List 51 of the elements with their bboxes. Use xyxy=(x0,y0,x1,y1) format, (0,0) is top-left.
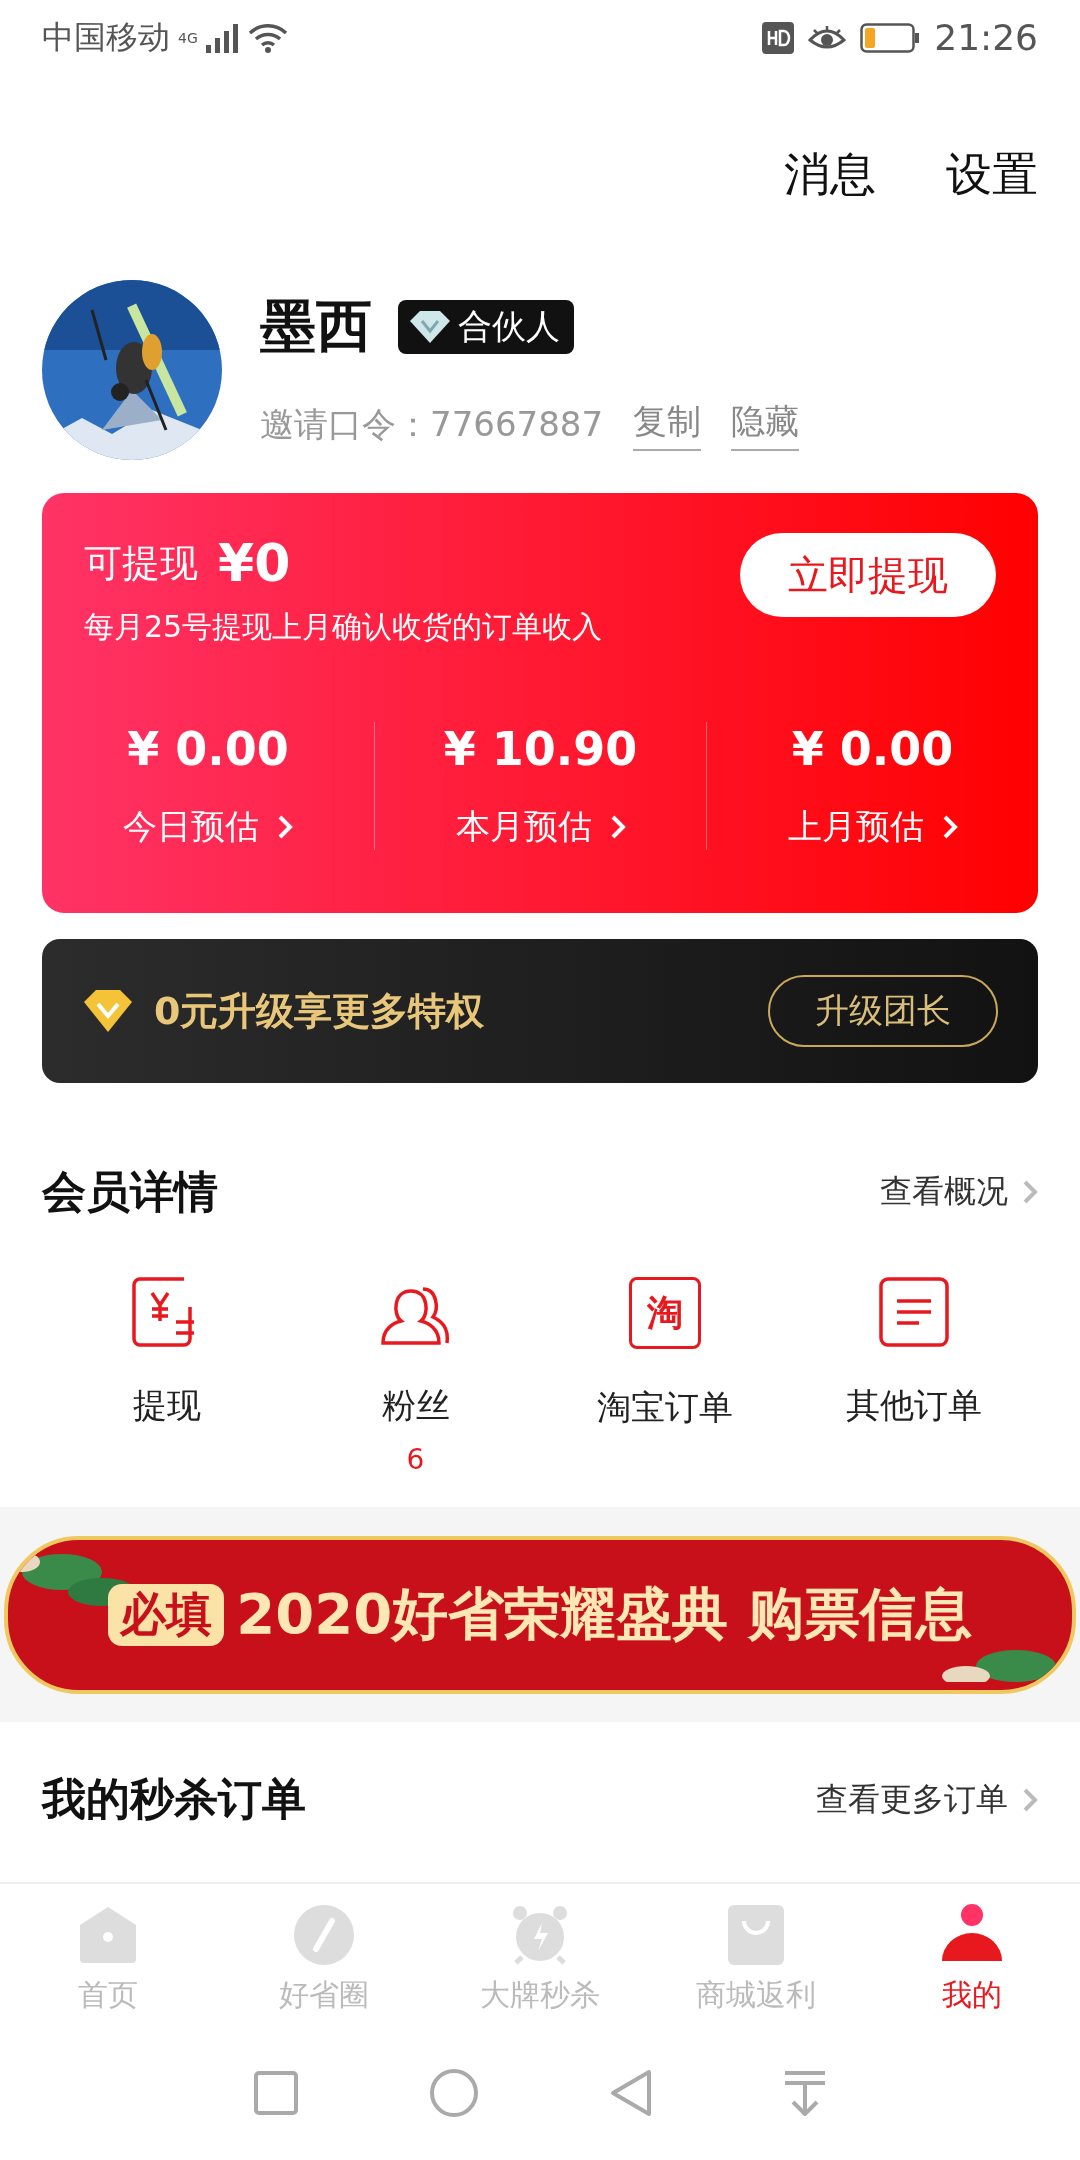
withdraw-button[interactable]: 立即提现 xyxy=(740,533,996,617)
chevron-icon xyxy=(277,814,293,840)
member-item[interactable]: 淘 淘宝订单 xyxy=(540,1267,789,1431)
withdraw-note: 每月25号提现上月确认收货的订单收入 xyxy=(84,608,603,646)
estimate-link[interactable]: 本月预估 xyxy=(455,804,626,850)
tab-item[interactable]: 我的 xyxy=(864,1884,1080,2034)
text-link[interactable]: 隐藏 xyxy=(731,399,800,451)
chevron-icon xyxy=(1022,1786,1038,1813)
overview-link[interactable]: 查看概况 xyxy=(880,1170,1038,1214)
home-button-icon[interactable] xyxy=(429,2068,479,2118)
user-name: 墨西 xyxy=(260,292,372,360)
text-link[interactable]: 复制 xyxy=(633,399,702,451)
estimate-amount: ¥ 0.00 xyxy=(791,722,954,776)
taobao-order-icon: 淘 xyxy=(628,1277,701,1349)
upgrade-button[interactable]: 升级团长 xyxy=(768,975,998,1047)
estimate-amount: ¥ 0.00 xyxy=(127,722,289,776)
upgrade-text: 0元升级享更多特权 xyxy=(154,987,485,1035)
required-tag: 必填 xyxy=(108,1583,225,1646)
battery-icon xyxy=(860,22,921,53)
estimate-link[interactable]: 上月预估 xyxy=(787,804,958,850)
notification-pull-icon[interactable] xyxy=(783,2070,827,2116)
banner-text: 2020好省荣耀盛典 购票信息 xyxy=(236,1579,972,1648)
estimate-link[interactable]: 今日预估 xyxy=(123,804,293,850)
diamond-icon xyxy=(408,309,452,345)
chevron-icon xyxy=(1022,1179,1038,1205)
invite-code: 邀请口令：77667887 xyxy=(260,403,604,446)
diamond-icon xyxy=(82,988,134,1034)
hd-icon xyxy=(762,21,795,54)
estimate-amount: ¥ 10.90 xyxy=(443,722,638,776)
carrier-name: 中国移动 xyxy=(42,16,170,58)
chevron-icon xyxy=(941,814,958,840)
member-badge: 合伙人 xyxy=(398,300,574,354)
more-orders-link[interactable]: 查看更多订单 xyxy=(816,1777,1038,1822)
back-icon[interactable] xyxy=(609,2068,653,2118)
section-title: 会员详情 xyxy=(42,1164,218,1219)
section-title: 我的秒杀订单 xyxy=(42,1772,306,1826)
member-item[interactable]: 粉丝 6 xyxy=(291,1267,540,1476)
event-banner[interactable]: 必填 2020好省荣耀盛典 购票信息 xyxy=(4,1535,1076,1694)
clock-time: 21:26 xyxy=(934,17,1038,58)
chevron-icon xyxy=(609,814,626,840)
signal-icon xyxy=(205,22,240,53)
withdrawable-amount: ¥0 xyxy=(218,533,291,593)
header-link[interactable]: 设置 xyxy=(946,144,1038,206)
wifi-icon xyxy=(247,22,288,53)
member-item[interactable]: 提现 xyxy=(42,1267,291,1429)
compass-icon xyxy=(292,1902,356,1967)
header-link[interactable]: 消息 xyxy=(784,144,876,206)
member-item[interactable]: 其他订单 xyxy=(789,1267,1038,1429)
recents-icon[interactable] xyxy=(253,2070,299,2116)
network-type: 4G xyxy=(178,29,198,46)
withdrawable-label: 可提现 xyxy=(84,539,198,587)
